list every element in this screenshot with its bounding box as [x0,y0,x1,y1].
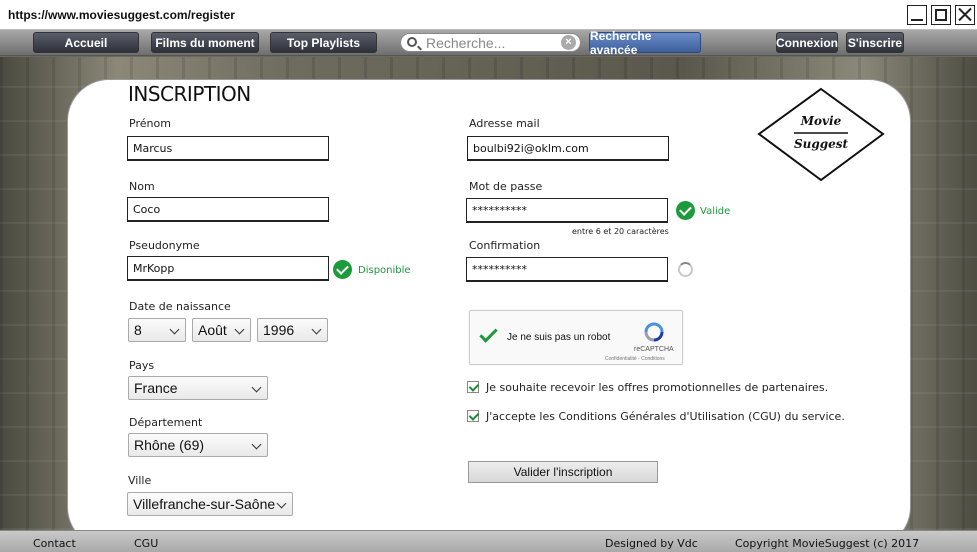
search-icon [407,37,417,47]
cgu-label: J'accepte les Conditions Générales d'Uti… [486,410,845,423]
loading-spinner-icon [678,262,693,277]
pseudo-label: Pseudonyme [129,239,200,252]
nom-label: Nom [129,180,155,193]
dob-label: Date de naissance [129,300,231,313]
checkmark-icon [479,324,498,343]
search-input[interactable] [426,35,556,50]
chevron-down-icon [311,324,322,335]
email-label: Adresse mail [469,117,540,130]
confirm-field[interactable]: ********** [466,257,668,282]
pays-select[interactable]: France [128,376,268,400]
captcha-label: Je ne suis pas un robot [507,332,611,343]
dob-year-select[interactable]: 1996 [257,318,328,342]
diamond-logo-icon [757,87,885,182]
logo-text-suggest: Suggest [793,137,849,151]
window-titlebar: https://www.moviesuggest.com/register [0,0,977,30]
pseudo-status: Disponible [358,265,411,276]
pays-label: Pays [129,359,155,372]
signup-button[interactable]: S'inscrire [846,32,904,53]
password-hint: entre 6 et 20 caractères [572,227,669,236]
captcha-brand: reCAPTCHA [634,346,674,353]
dob-month-select[interactable]: Août [192,318,251,342]
nav-bar: Accueil Films du moment Top Playlists × … [0,29,977,57]
footer-cgu-link[interactable]: CGU [134,537,158,550]
password-field[interactable]: ********** [466,198,668,223]
chevron-down-icon [251,382,262,393]
ville-value: Villefranche-sur-Saône [133,496,276,512]
pseudo-field[interactable]: MrKopp [127,256,329,281]
advanced-search-button[interactable]: Recherche avancée [589,29,701,57]
prenom-label: Prénom [129,117,171,130]
check-circle-icon [676,201,695,220]
offers-label: Je souhaite recevoir les offres promotio… [486,381,829,394]
dept-label: Département [129,416,203,429]
dob-month-value: Août [198,322,227,338]
logo-text-movie: Movie [800,114,842,128]
email-field[interactable]: boulbi92i@oklm.com [467,136,669,161]
nav-films-button[interactable]: Films du moment [151,32,259,53]
chevron-down-icon [169,324,180,335]
search-box[interactable]: × [400,33,581,52]
chevron-down-icon [234,324,245,335]
submit-button[interactable]: Valider l'inscription [468,461,658,483]
dept-value: Rhône (69) [134,437,205,453]
nom-field[interactable]: Coco [127,197,329,222]
pays-value: France [134,380,178,396]
dob-year-value: 1996 [263,322,295,338]
chevron-down-icon [251,439,262,450]
dob-day-select[interactable]: 8 [128,318,186,342]
clear-search-icon[interactable]: × [561,35,576,50]
minimize-icon[interactable] [907,5,927,25]
chevron-down-icon [276,498,287,509]
dob-day-value: 8 [134,322,142,338]
password-label: Mot de passe [469,180,543,193]
connexion-button[interactable]: Connexion [776,32,838,53]
captcha-links[interactable]: Confidentialité - Conditions [605,356,665,362]
footer-copyright: Copyright MovieSuggest (c) 2017 [735,537,920,550]
check-circle-icon [333,260,352,279]
dept-select[interactable]: Rhône (69) [128,433,268,457]
recaptcha-widget[interactable]: Je ne suis pas un robot reCAPTCHA Confid… [469,310,683,365]
moviesuggest-logo: Movie Suggest [757,87,885,182]
page-title: INSCRIPTION [128,82,251,106]
footer-designed: Designed by Vdc [605,537,698,550]
recaptcha-logo-icon [644,322,664,342]
ville-select[interactable]: Villefranche-sur-Saône [127,492,293,516]
offers-checkbox[interactable] [467,381,479,393]
cgu-checkbox[interactable] [467,410,479,422]
nav-accueil-button[interactable]: Accueil [33,32,139,53]
nav-playlists-button[interactable]: Top Playlists [270,32,377,53]
maximize-icon[interactable] [931,5,951,25]
ville-label: Ville [128,474,152,487]
password-status: Valide [700,206,731,217]
close-icon[interactable] [955,5,975,25]
confirm-label: Confirmation [469,239,541,252]
footer: Contact CGU Designed by Vdc Copyright Mo… [0,530,977,552]
prenom-field[interactable]: Marcus [127,136,329,161]
address-url: https://www.moviesuggest.com/register [8,8,235,22]
footer-contact-link[interactable]: Contact [33,537,76,550]
